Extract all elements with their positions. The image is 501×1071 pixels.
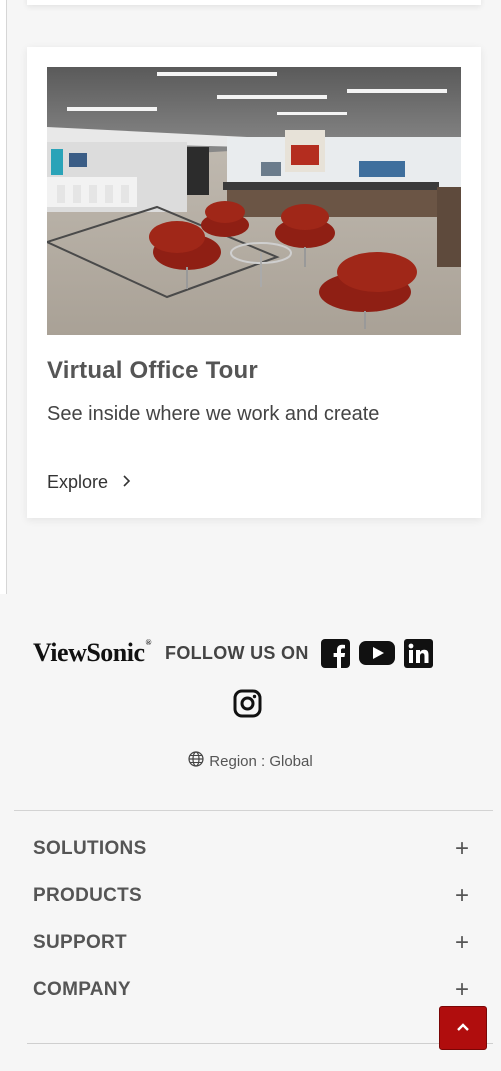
plus-icon: + — [454, 929, 469, 956]
site-footer: ViewSonic® FOLLOW US ON Region : Global … — [0, 594, 501, 1071]
globe-icon — [188, 751, 204, 771]
linkedin-icon[interactable] — [403, 638, 433, 668]
youtube-icon[interactable] — [358, 640, 395, 666]
logo-text: ViewSonic — [33, 638, 145, 667]
menu-label: SUPPORT — [33, 932, 127, 953]
region-selector[interactable]: Region : Global — [0, 751, 501, 771]
registered-mark: ® — [145, 638, 152, 647]
chevron-up-icon — [456, 1019, 470, 1037]
plus-icon: + — [454, 976, 469, 1003]
back-to-top-button[interactable] — [439, 1006, 487, 1050]
virtual-tour-card[interactable]: Virtual Office Tour See inside where we … — [27, 47, 481, 518]
chevron-right-icon — [122, 474, 132, 492]
explore-link[interactable]: Explore — [47, 472, 132, 493]
left-edge — [0, 0, 7, 594]
menu-support[interactable]: SUPPORT + — [33, 928, 469, 958]
menu-products[interactable]: PRODUCTS + — [33, 881, 469, 911]
office-photo — [47, 67, 461, 335]
menu-company[interactable]: COMPANY + — [33, 975, 469, 1005]
facebook-icon[interactable] — [320, 638, 350, 668]
social-links — [320, 638, 433, 668]
viewsonic-logo[interactable]: ViewSonic® — [33, 638, 152, 668]
menu-label: PRODUCTS — [33, 885, 143, 906]
plus-icon: + — [454, 835, 469, 862]
previous-card — [27, 0, 481, 5]
content-area: Virtual Office Tour See inside where we … — [0, 0, 501, 594]
region-label: Region : Global — [209, 752, 313, 770]
follow-us-label: FOLLOW US ON — [165, 642, 309, 663]
card-title: Virtual Office Tour — [47, 357, 258, 384]
menu-solutions[interactable]: SOLUTIONS + — [33, 834, 469, 864]
footer-divider — [14, 810, 493, 811]
instagram-icon[interactable] — [233, 689, 262, 723]
brand-row: ViewSonic® FOLLOW US ON — [33, 638, 433, 668]
footer-bottom-divider — [27, 1043, 493, 1044]
card-description: See inside where we work and create — [47, 403, 380, 425]
menu-label: COMPANY — [33, 979, 131, 1000]
plus-icon: + — [454, 882, 469, 909]
explore-label: Explore — [47, 472, 109, 492]
menu-label: SOLUTIONS — [33, 838, 147, 859]
